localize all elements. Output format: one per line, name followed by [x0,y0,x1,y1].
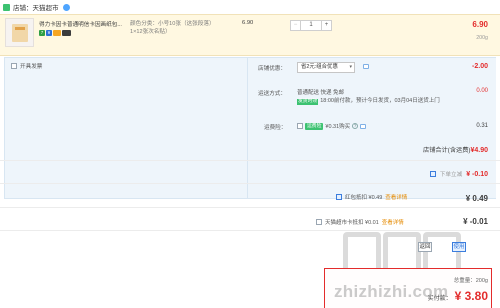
message-icon[interactable] [360,123,367,129]
red-packet-value: ¥ 0.49 [465,194,488,203]
service-badge-icon [62,30,71,36]
increase-button[interactable]: + [321,21,331,30]
tmall-icon [3,3,10,11]
red-packet-detail-link[interactable]: 查看详情 [385,193,407,201]
shipping-method: 普通配送 快递 免邮 [297,90,345,96]
chat-contact-icon[interactable] [62,3,70,11]
item-weight: 200g [476,35,488,41]
insurance-tag: 运费险 [305,122,324,130]
red-packet-label: 红包抵扣 ¥0.49 [345,195,383,201]
product-thumbnail[interactable] [5,18,34,47]
supermarket-card-row[interactable]: 天猫超市卡抵扣 ¥0.01 查看详情 [316,218,404,226]
divider [0,230,500,231]
message-icon[interactable] [363,64,369,69]
direct-discount-value: ¥ -0.10 [466,170,488,178]
store-total-label: 店铺合计(含运费) [423,147,471,154]
sku-info: 颜色分类：小号10张（这张段落） 1×12张次名贴） [130,20,235,36]
shipping-note-line: 发货时效 18:00前付款，预计今日发货，03月04日送货上门 [297,97,440,105]
divider [0,160,500,161]
discount-label: 店铺优惠： [258,66,286,72]
help-icon[interactable]: ? [352,123,359,129]
total-weight: 总重量：200g [453,278,488,284]
seven-day-return-icon: 7 [39,30,45,36]
insurance-value: 0.31 [476,123,488,129]
insurance-desc: ¥0.31购买 [325,124,351,130]
shipping-fee: 0.00 [476,88,488,94]
direct-discount-checkbox[interactable] [429,171,436,177]
shipping-info: 普通配送 快递 免邮 发货时效 18:00前付款，预计今日发货，03月04日送货上… [297,89,440,105]
store-total-value: ¥4.90 [470,147,488,154]
shipping-label: 运送方式： [258,91,286,97]
price-guarantee-icon: ¥ [46,30,52,36]
decrease-button[interactable]: − [291,21,301,30]
quantity-input[interactable]: 1 [301,21,321,30]
red-packet-checkbox[interactable] [336,194,342,200]
divider [0,207,500,208]
unit-price: 6.90 [242,20,254,26]
divider [0,183,500,184]
supermarket-card-value: ¥ -0.01 [463,217,488,226]
sku-line: 颜色分类：小号10张（这张段落） [130,21,215,27]
service-badge-icon [53,30,61,36]
store-name[interactable]: 店铺：天猫超市 [13,2,59,12]
direct-discount-row[interactable]: 下单立减 ¥ -0.10 [429,170,488,178]
discount-select[interactable]: 省2元:组合优惠 [297,62,355,73]
supermarket-card-label: 天猫超市卡抵扣 ¥0.01 [325,220,379,226]
watermark-text: zhizhizhi.com [334,282,449,301]
invoice-checkbox[interactable] [11,63,17,69]
sku-line: 1×12张次名贴） [130,29,171,35]
direct-discount-label: 下单立减 [439,172,463,178]
delivery-time-tag: 发货时效 [297,99,319,105]
red-packet-row[interactable]: 红包抵扣 ¥0.49 查看详情 [336,193,407,201]
insurance-label: 运费险： [264,125,287,131]
insurance-option[interactable]: 运费险 ¥0.31购买 ? [297,122,367,130]
discount-value: -2.00 [472,63,488,70]
item-total: 6.90 [472,20,488,29]
supermarket-card-detail-link[interactable]: 查看详情 [382,218,404,226]
insurance-checkbox[interactable] [297,123,303,129]
actual-payment-value: ¥ 3.80 [454,289,488,303]
service-badges: 7 ¥ [39,30,71,36]
supermarket-card-checkbox[interactable] [316,219,322,225]
store-header: 店铺：天猫超市 [0,0,500,14]
invoice-label: 开具发票 [20,64,43,70]
use-button[interactable]: 使用 [452,242,466,252]
return-button[interactable]: 返回 [418,242,432,252]
invoice-option[interactable]: 开具发票 [11,62,42,70]
invoice-panel [4,57,248,199]
shipping-note: 18:00前付款，预计今日发货，03月04日送货上门 [320,98,440,104]
store-total: 店铺合计(含运费)¥4.90 [423,145,488,154]
quantity-stepper[interactable]: − 1 + [290,20,332,31]
